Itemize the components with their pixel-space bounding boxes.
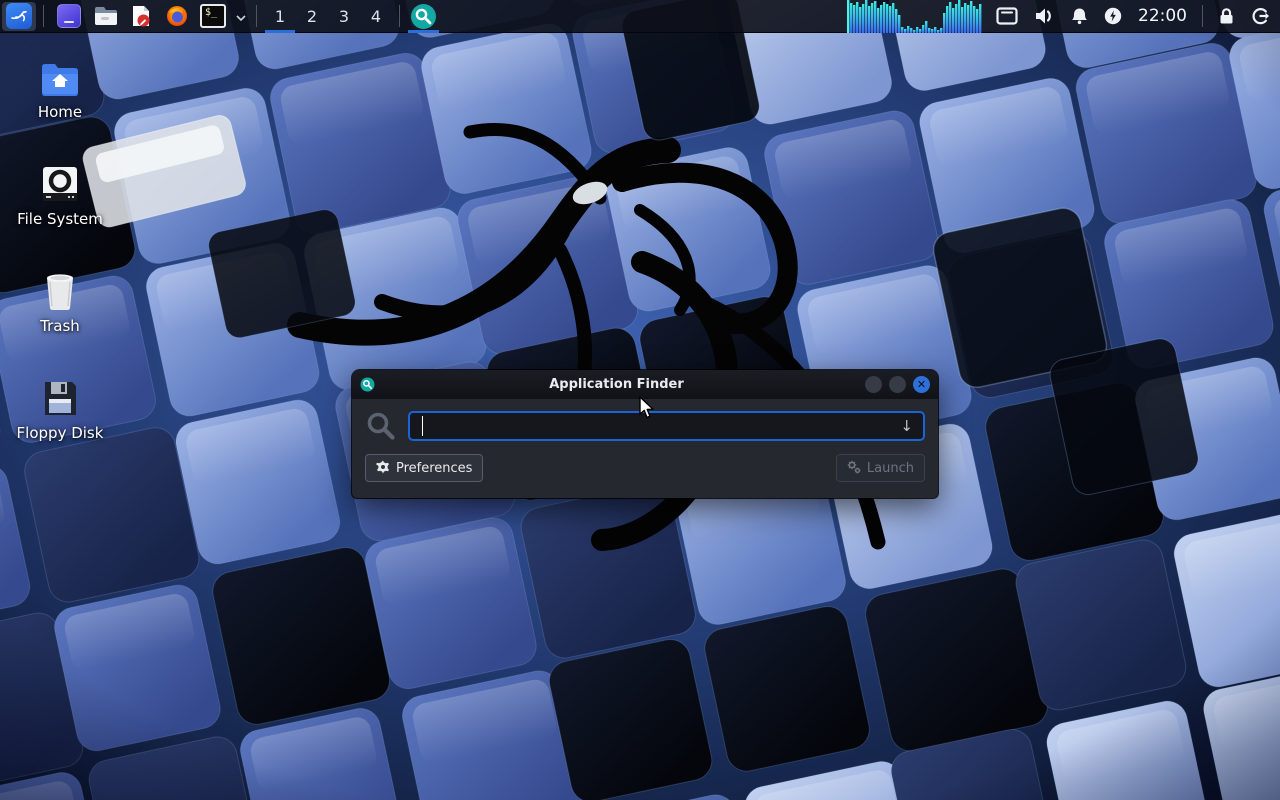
launcher-text-editor[interactable] [128,3,154,29]
titlebar[interactable]: Application Finder ✕ [352,370,938,399]
preferences-button[interactable]: Preferences [365,454,484,482]
app-finder-icon [411,3,436,29]
desktop-icon-home[interactable]: Home [5,56,115,121]
minimize-button[interactable] [865,376,882,393]
desktop-icon-label: File System [17,210,103,228]
mouse-cursor [639,396,654,419]
launch-button[interactable]: Launch [835,454,925,482]
taskbar-application-finder[interactable] [407,0,440,33]
desktop-icon-label: Home [37,103,83,121]
panel-separator [43,5,44,27]
trash-icon [42,270,78,310]
dropdown-arrow-icon[interactable]: ↓ [900,417,913,435]
desktop-icon-floppy[interactable]: Floppy Disk [5,377,115,442]
top-panel: $_ 1 2 3 4 22:00 [0,0,1280,33]
text-caret [422,416,423,436]
gear-icon [376,460,390,477]
close-icon: ✕ [916,378,927,391]
preferences-label: Preferences [396,460,473,476]
desktop-icon-trash[interactable]: Trash [5,270,115,335]
panel-separator [256,5,257,27]
workspace-4[interactable]: 4 [360,0,392,33]
lock-screen-icon[interactable] [1218,7,1235,25]
search-icon [367,412,395,440]
home-folder-icon [40,56,80,96]
terminal-icon: $_ [200,4,226,28]
purple-app-icon [57,4,81,28]
chevron-down-icon[interactable] [235,7,247,26]
launch-gears-icon [847,460,861,477]
search-input[interactable]: ↓ [408,411,925,441]
desktop-icon-filesystem[interactable]: File System [5,163,115,228]
maximize-button[interactable] [889,376,906,393]
panel-separator [399,5,400,27]
logout-icon[interactable] [1251,7,1270,25]
desktop: Home File System Trash Floppy Disk $_ 1 … [0,0,1280,800]
floppy-disk-icon [42,377,78,417]
applications-menu-button[interactable] [2,1,36,31]
power-manager-icon[interactable] [1104,7,1122,25]
app-finder-window-icon [360,377,375,392]
desktop-icon-label: Floppy Disk [16,424,104,442]
launcher-file-manager[interactable] [92,3,118,29]
audio-spectrum-visualizer[interactable] [847,0,982,33]
workspace-3[interactable]: 3 [328,0,360,33]
close-button[interactable]: ✕ [913,376,930,393]
desktop-icon-label: Trash [40,317,80,335]
kali-logo-icon [6,3,32,29]
launcher-terminal[interactable]: $_ [200,3,226,29]
clock[interactable]: 22:00 [1138,6,1187,26]
display-icon[interactable] [996,7,1018,25]
launch-label: Launch [866,460,914,476]
harddrive-icon [41,163,79,203]
workspace-1[interactable]: 1 [264,0,296,33]
window-title: Application Finder [549,377,684,392]
notifications-bell-icon[interactable] [1071,7,1088,25]
text-editor-icon [133,6,150,27]
volume-icon[interactable] [1034,7,1055,25]
folder-icon [95,7,117,25]
system-tray: 22:00 [847,0,1280,33]
panel-separator [1202,5,1203,27]
launcher-firefox[interactable] [164,3,190,29]
launcher-app-purple[interactable] [56,3,82,29]
application-finder-window: Application Finder ✕ ↓ Preferences Launc… [352,370,938,498]
firefox-icon [167,6,187,26]
workspace-2[interactable]: 2 [296,0,328,33]
